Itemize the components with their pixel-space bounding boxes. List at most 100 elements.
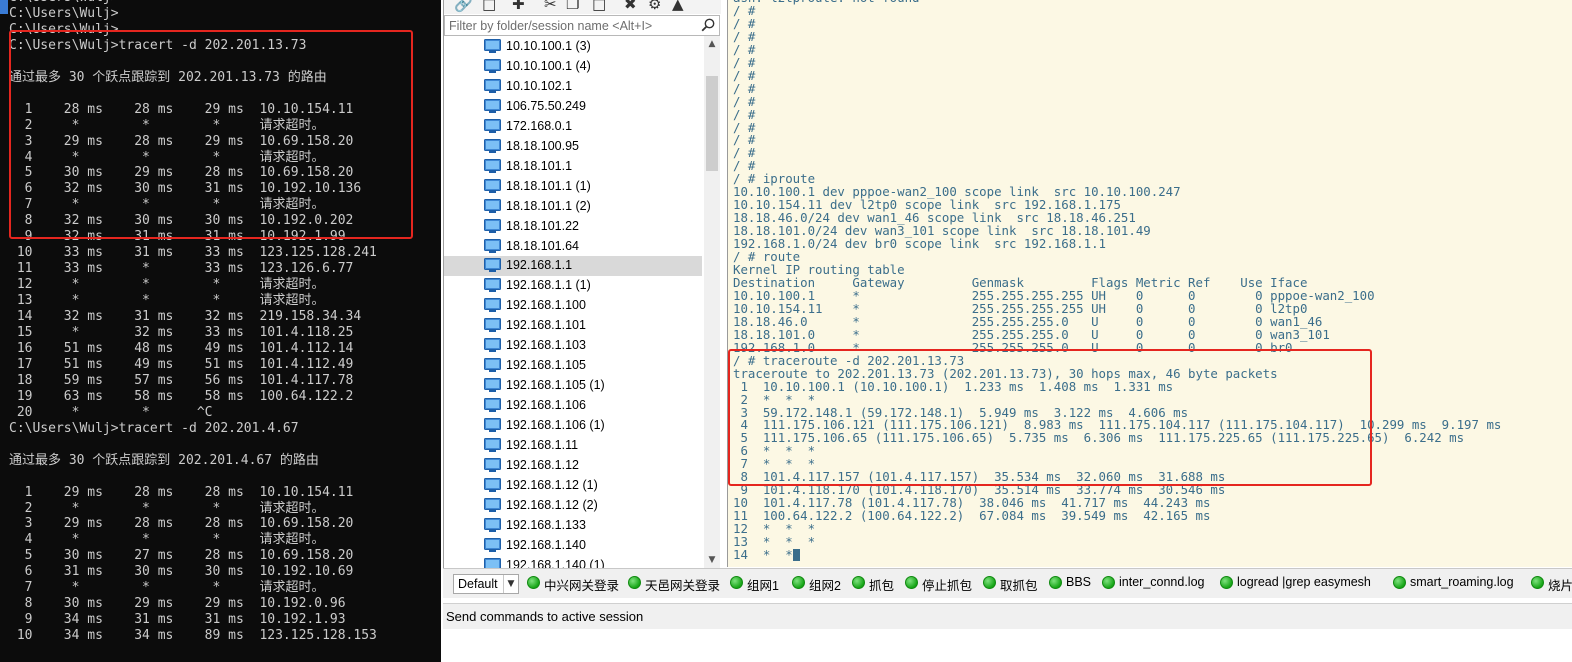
- session-item[interactable]: 192.168.1.106 (1): [444, 416, 702, 436]
- monitor-icon: [484, 457, 501, 472]
- monitor-icon: [484, 198, 501, 213]
- session-item[interactable]: 106.75.50.249: [444, 97, 702, 117]
- button-profile-select[interactable]: Default ▼: [453, 574, 519, 594]
- monitor-icon: [484, 378, 501, 393]
- ssh-terminal[interactable]: ash: l2tproute: not found / # / # / # / …: [727, 0, 1572, 567]
- green-dot-icon: [628, 576, 641, 589]
- scroll-up-icon[interactable]: ▲: [704, 36, 720, 52]
- console-line: 19 63 ms 58 ms 58 ms 100.64.122.2: [16, 388, 354, 404]
- console-line: 11 33 ms * 33 ms 123.126.6.77: [16, 261, 354, 277]
- session-label: 172.168.0.1: [506, 118, 573, 133]
- session-item[interactable]: 10.10.100.1 (4): [444, 57, 702, 77]
- monitor-icon: [484, 78, 501, 93]
- session-item[interactable]: 192.168.1.100: [444, 296, 702, 316]
- console-line: 1 29 ms 28 ms 28 ms 10.10.154.11: [24, 484, 354, 500]
- session-label: 192.168.1.12 (2): [506, 497, 598, 512]
- session-item[interactable]: 192.168.1.103: [444, 336, 702, 356]
- session-item[interactable]: 192.168.1.12 (2): [444, 496, 702, 516]
- session-item[interactable]: 192.168.1.101: [444, 316, 702, 336]
- session-label: 106.75.50.249: [506, 98, 586, 113]
- session-item[interactable]: 192.168.1.106: [444, 396, 702, 416]
- session-filter-input[interactable]: [447, 17, 701, 34]
- monitor-icon: [484, 338, 501, 353]
- session-item[interactable]: 18.18.101.64: [444, 237, 702, 257]
- session-tree-scrollbar[interactable]: ▲ ▼: [704, 36, 720, 568]
- console-line: 8 30 ms 29 ms 29 ms 10.192.0.96: [24, 596, 346, 612]
- send-command-bar[interactable]: Send commands to active session: [443, 603, 1572, 630]
- console-line: C:\Users\Wulj>: [9, 5, 119, 21]
- button-label: 天邑网关登录: [645, 579, 721, 593]
- session-item[interactable]: 192.168.1.12: [444, 456, 702, 476]
- session-label: 18.18.101.1: [506, 158, 573, 173]
- green-dot-icon: [1102, 576, 1115, 589]
- session-item[interactable]: 18.18.101.1 (1): [444, 177, 702, 197]
- green-dot-icon: [1220, 576, 1233, 589]
- session-item[interactable]: 192.168.1.140 (1): [444, 556, 702, 568]
- add-icon[interactable]: ✚: [512, 0, 525, 12]
- new-session-icon[interactable]: □: [482, 0, 496, 12]
- session-label: 192.168.1.12: [506, 457, 579, 472]
- session-item[interactable]: 192.168.1.105: [444, 356, 702, 376]
- console-line: 6 31 ms 30 ms 30 ms 10.192.10.69: [24, 564, 354, 580]
- cut-icon[interactable]: ✂: [544, 0, 557, 12]
- session-label: 18.18.101.22: [506, 218, 579, 233]
- button-bar: Default ▼ 中兴网关登录 天邑网关登录 组网1 组网2 抓包 停止抓包 …: [443, 568, 1572, 598]
- monitor-icon: [484, 118, 501, 133]
- session-item[interactable]: 192.168.1.133: [444, 516, 702, 536]
- button-profile-label: Default: [458, 577, 498, 591]
- console-line: 5 30 ms 27 ms 28 ms 10.69.158.20: [24, 548, 354, 564]
- gear-icon[interactable]: ⚙: [648, 0, 661, 12]
- console-line: 4 * * * 请求超时。: [24, 532, 325, 548]
- monitor-icon: [484, 218, 501, 233]
- session-item[interactable]: 192.168.1.12 (1): [444, 476, 702, 496]
- monitor-icon: [484, 497, 501, 512]
- search-icon[interactable]: [700, 17, 716, 33]
- session-toolbar: 🔗 □ ✚ ✂ ❐ □ ✖ ⚙ ▲: [444, 0, 721, 14]
- session-item[interactable]: 10.10.102.1: [444, 77, 702, 97]
- session-item[interactable]: 192.168.1.140: [444, 536, 702, 556]
- monitor-icon: [484, 477, 501, 492]
- copy-icon[interactable]: ❐: [566, 0, 579, 12]
- paste-icon[interactable]: □: [592, 0, 606, 12]
- session-item[interactable]: 10.10.100.1 (3): [444, 37, 702, 57]
- link-icon[interactable]: 🔗: [454, 0, 473, 12]
- session-item[interactable]: 192.168.1.1 (1): [444, 276, 702, 296]
- green-dot-icon: [792, 576, 805, 589]
- green-dot-icon: [1531, 576, 1544, 589]
- console-line: C:\Users\Wulj>tracert -d 202.201.4.67: [9, 420, 299, 436]
- scroll-down-icon[interactable]: ▼: [704, 552, 720, 568]
- session-item[interactable]: 18.18.100.95: [444, 137, 702, 157]
- scrollbar-thumb[interactable]: [706, 76, 718, 171]
- red-highlight-box: [9, 30, 413, 239]
- button-label: 抓包: [869, 579, 895, 593]
- chevron-down-icon[interactable]: ▼: [503, 575, 518, 593]
- session-label: 18.18.101.64: [506, 238, 579, 253]
- monitor-icon: [484, 178, 501, 193]
- session-item[interactable]: 192.168.1.1: [444, 256, 702, 277]
- send-command-label: Send commands to active session: [446, 609, 644, 624]
- find-icon[interactable]: ▲: [672, 0, 684, 12]
- console-line: C:\Users\Wulj>: [9, 0, 119, 5]
- console-line: 9 34 ms 31 ms 31 ms 10.192.1.93: [24, 612, 346, 628]
- session-item[interactable]: 192.168.1.105 (1): [444, 376, 702, 396]
- command-input-area[interactable]: [443, 629, 1572, 662]
- console-line: 20 * * ^C: [16, 404, 213, 420]
- console-line: 10 34 ms 34 ms 89 ms 123.125.128.153: [16, 628, 377, 644]
- cmd-console[interactable]: C:\Users\Wulj> C:\Users\Wulj> C:\Users\W…: [0, 0, 441, 662]
- terminal-line: ash: l2tproute: not found: [733, 0, 920, 5]
- session-item[interactable]: 172.168.0.1: [444, 117, 702, 137]
- monitor-icon: [484, 398, 501, 413]
- window-edge-mark: [0, 0, 8, 14]
- monitor-icon: [484, 358, 501, 373]
- monitor-icon: [484, 39, 501, 53]
- delete-icon[interactable]: ✖: [624, 0, 637, 12]
- console-line: 10 33 ms 31 ms 33 ms 123.125.128.241: [16, 245, 377, 261]
- green-dot-icon: [730, 576, 743, 589]
- console-line: 12 * * * 请求超时。: [16, 277, 325, 293]
- session-item[interactable]: 192.168.1.11: [444, 436, 702, 456]
- session-item[interactable]: 18.18.101.22: [444, 217, 702, 237]
- session-label: 192.168.1.12 (1): [506, 477, 598, 492]
- session-item[interactable]: 18.18.101.1 (2): [444, 197, 702, 217]
- button-label: 组网1: [747, 579, 779, 593]
- session-item[interactable]: 18.18.101.1: [444, 157, 702, 177]
